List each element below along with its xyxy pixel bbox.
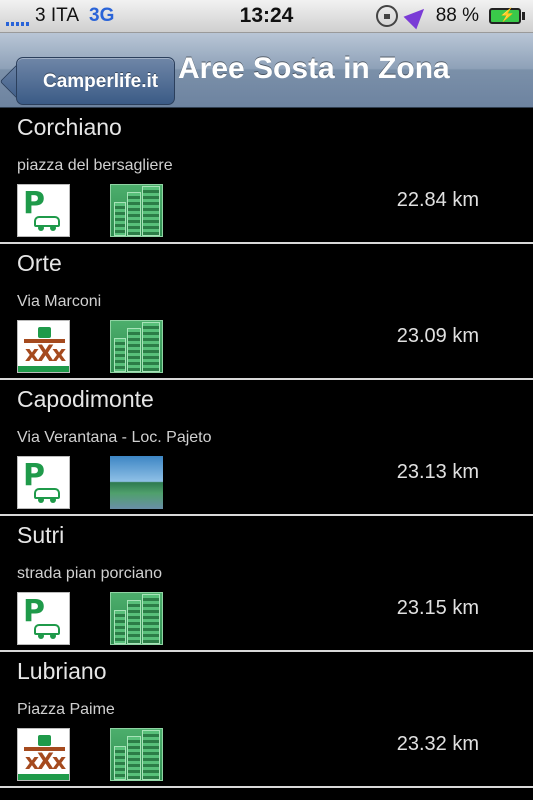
battery-percent: 88 %	[435, 5, 479, 26]
list-item[interactable]: Capodimonte Via Verantana - Loc. Pajeto P 2…	[0, 380, 533, 516]
area-name: Capodimonte	[17, 386, 154, 412]
area-name: Sutri	[17, 522, 65, 548]
picnic-icon: xXx	[17, 320, 70, 373]
area-distance: 23.13 km	[396, 461, 479, 483]
lake-icon	[110, 456, 163, 509]
list-item[interactable]: Orte Via Marconi xXx 23.09 km	[0, 244, 533, 380]
city-icon	[110, 728, 163, 781]
list-item[interactable]: Lubriano Piazza Paime xXx 23.32 km	[0, 652, 533, 788]
area-address: Piazza Paime	[17, 701, 115, 718]
city-icon	[110, 184, 163, 237]
list-item[interactable]: Corchiano piazza del bersagliere P 22.84 km	[0, 108, 533, 244]
area-address: piazza del bersagliere	[17, 157, 173, 174]
camper-area-list: Corchiano piazza del bersagliere P 22.84 km…	[0, 108, 533, 788]
parking-icon: P	[17, 592, 70, 645]
area-distance: 23.09 km	[396, 325, 479, 347]
area-address: strada pian porciano	[17, 565, 162, 582]
page-title: Aree Sosta in Zona	[178, 52, 450, 85]
city-icon	[110, 320, 163, 373]
status-right: 88 %	[375, 0, 525, 32]
picnic-icon: xXx	[17, 728, 70, 781]
list-item[interactable]: Sutri strada pian porciano P 23.15 km	[0, 516, 533, 652]
rotation-lock-icon	[375, 5, 398, 27]
area-distance: 23.32 km	[396, 733, 479, 755]
location-arrow-icon	[403, 2, 431, 30]
battery-icon	[489, 7, 525, 24]
parking-icon: P	[17, 456, 70, 509]
area-distance: 22.84 km	[396, 189, 479, 211]
area-address: Via Verantana - Loc. Pajeto	[17, 429, 212, 446]
area-name: Orte	[17, 250, 62, 276]
area-address: Via Marconi	[17, 293, 102, 310]
area-distance: 23.15 km	[396, 597, 479, 619]
back-button[interactable]: Camperlife.it	[16, 57, 176, 105]
area-name: Corchiano	[17, 114, 122, 140]
parking-icon: P	[17, 184, 70, 237]
status-bar: 3 ITA 3G 13:24 88 %	[0, 0, 533, 33]
city-icon	[110, 592, 163, 645]
area-name: Lubriano	[17, 658, 107, 684]
navigation-bar: Camperlife.it Aree Sosta in Zona	[0, 33, 533, 108]
